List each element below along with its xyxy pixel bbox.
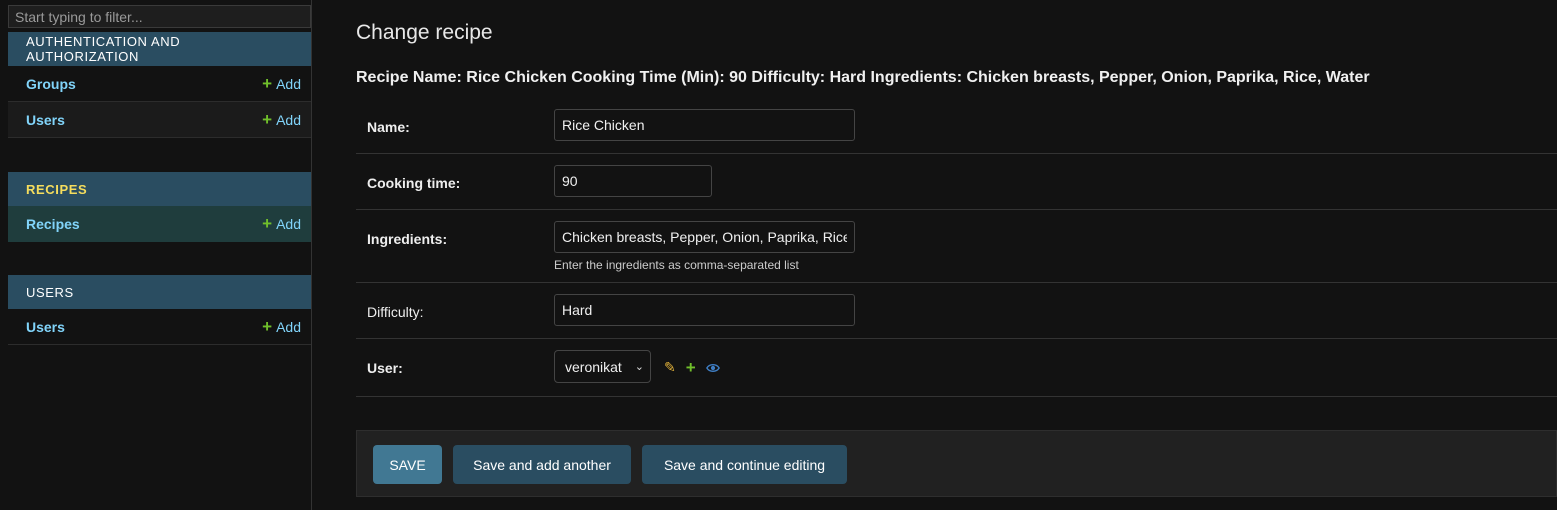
sidebar-item-recipes: Recipes + Add (8, 206, 311, 242)
module-header-auth[interactable]: Authentication and Authorization (8, 32, 311, 66)
module-users: Users Users + Add (8, 275, 311, 345)
module-header-recipes[interactable]: Recipes (8, 172, 311, 206)
name-input[interactable] (554, 109, 855, 141)
module-recipes: Recipes Recipes + Add (8, 172, 311, 242)
plus-icon: + (262, 317, 273, 336)
user-label: User: (367, 360, 403, 376)
plus-icon: + (262, 110, 273, 129)
recipes-link[interactable]: Recipes (26, 216, 80, 232)
user-select-value: veronikat (565, 358, 622, 375)
admin-page: Authentication and Authorization Groups … (0, 0, 1557, 510)
cooking-time-label: Cooking time: (367, 175, 461, 191)
ingredients-label: Ingredients: (367, 231, 448, 247)
nav-filter-input[interactable] (8, 5, 311, 28)
add-label: Add (276, 215, 301, 232)
user-select[interactable]: veronikat ⌄ (554, 350, 651, 383)
add-label: Add (276, 111, 301, 128)
module-auth: Authentication and Authorization Groups … (8, 32, 311, 138)
users-link[interactable]: Users (26, 319, 65, 335)
sidebar-nav: Authentication and Authorization Groups … (0, 0, 312, 510)
auth-users-add-link[interactable]: + Add (262, 111, 301, 128)
ingredients-help-text: Enter the ingredients as comma-separated… (554, 258, 799, 272)
sidebar-item-groups: Groups + Add (8, 66, 311, 102)
form-row-ingredients: Ingredients: Enter the ingredients as co… (356, 210, 1557, 283)
related-widget-actions: ✎ + (664, 359, 720, 376)
difficulty-input[interactable] (554, 294, 855, 326)
cooking-time-input[interactable] (554, 165, 712, 197)
users-add-link[interactable]: + Add (262, 318, 301, 335)
save-and-continue-button[interactable]: Save and continue editing (642, 445, 847, 484)
object-summary: Recipe Name: Rice Chicken Cooking Time (… (356, 69, 1370, 86)
sidebar-item-auth-users: Users + Add (8, 102, 311, 138)
save-button[interactable]: Save (373, 445, 442, 484)
save-and-add-another-button[interactable]: Save and add another (453, 445, 631, 484)
plus-icon: + (262, 74, 273, 93)
chevron-down-icon: ⌄ (634, 361, 644, 373)
difficulty-label: Difficulty: (367, 304, 424, 320)
form-row-difficulty: Difficulty: (356, 283, 1557, 339)
form-row-cooking-time: Cooking time: (356, 154, 1557, 210)
auth-users-link[interactable]: Users (26, 112, 65, 128)
name-label: Name: (367, 119, 410, 135)
form-row-user: User: veronikat ⌄ ✎ + (356, 339, 1557, 397)
sidebar-item-users: Users + Add (8, 309, 311, 345)
groups-add-link[interactable]: + Add (262, 75, 301, 92)
form-row-name: Name: (356, 98, 1557, 154)
add-label: Add (276, 318, 301, 335)
submit-row: Save Save and add another Save and conti… (356, 430, 1557, 497)
add-label: Add (276, 75, 301, 92)
recipes-add-link[interactable]: + Add (262, 215, 301, 232)
plus-icon: + (262, 214, 273, 233)
ingredients-input[interactable] (554, 221, 855, 253)
eye-icon[interactable] (705, 361, 720, 375)
module-header-users[interactable]: Users (8, 275, 311, 309)
groups-link[interactable]: Groups (26, 76, 76, 92)
plus-icon[interactable]: + (686, 359, 696, 376)
page-title: Change recipe (356, 21, 493, 44)
pencil-icon[interactable]: ✎ (664, 359, 676, 376)
